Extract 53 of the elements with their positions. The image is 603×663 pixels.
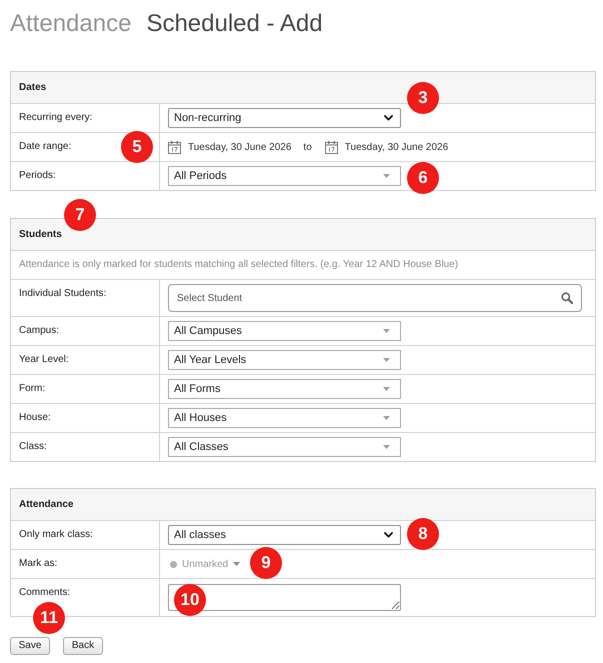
start-date-value[interactable]: Tuesday, 30 June 2026 <box>188 142 292 152</box>
dropdown-field[interactable]: All Year Levels <box>168 350 401 370</box>
dropdown-field[interactable]: All Classes <box>168 437 401 457</box>
select-field[interactable]: Non-recurring <box>168 108 401 128</box>
annotation-marker: 9 <box>250 547 282 579</box>
annotation-marker: 3 <box>407 82 439 114</box>
caret-down-icon <box>233 562 240 566</box>
calendar-icon[interactable] <box>168 140 181 154</box>
filter-note: Attendance is only marked for students matching all selected filters. (e.g. Year 12 AND House Blue) <box>19 259 458 270</box>
dropdown-field[interactable]: All Forms <box>168 379 401 399</box>
field-label: Mark as: <box>19 558 58 569</box>
section-title: Dates <box>19 82 46 93</box>
page-title: Scheduled - Add <box>146 9 323 39</box>
caret-down-icon <box>383 445 390 449</box>
range-separator: to <box>303 142 312 152</box>
annotation-marker: 5 <box>121 131 153 163</box>
field-label: Form: <box>19 383 46 394</box>
field-label: Recurring every: <box>19 112 92 123</box>
search-icon <box>561 292 573 304</box>
caret-down-icon <box>383 329 390 333</box>
save-button[interactable]: Save <box>10 636 50 654</box>
annotation-marker: 6 <box>407 162 439 194</box>
chevron-down-icon <box>384 532 393 538</box>
field-label: Comments: <box>19 587 70 598</box>
field-label: House: <box>19 412 51 423</box>
section-title: Students <box>19 229 62 240</box>
comments-field[interactable] <box>168 584 401 611</box>
calendar-icon[interactable] <box>324 140 338 154</box>
dropdown-field[interactable]: All Houses <box>168 408 401 428</box>
caret-down-icon <box>383 416 390 420</box>
caret-down-icon <box>383 358 390 362</box>
annotation-marker: 7 <box>64 199 96 231</box>
status-dot-icon <box>170 560 177 568</box>
field-label: Date range: <box>19 141 72 152</box>
caret-down-icon <box>383 174 390 178</box>
section-title: Attendance <box>19 499 74 510</box>
dropdown-field[interactable]: All Campuses <box>168 321 401 341</box>
caret-down-icon <box>383 387 390 391</box>
back-button[interactable]: Back <box>63 636 103 654</box>
chevron-down-icon <box>384 115 393 121</box>
field-label: Campus: <box>19 325 60 336</box>
annotation-marker: 8 <box>407 518 439 550</box>
annotation-marker: 11 <box>33 602 65 634</box>
dropdown-field[interactable]: All Periods <box>168 166 401 186</box>
page-section-title: Attendance <box>10 9 132 39</box>
end-date-value[interactable]: Tuesday, 30 June 2026 <box>344 142 448 152</box>
field-label: Class: <box>19 441 47 452</box>
field-label: Periods: <box>19 170 56 181</box>
search-field[interactable]: Select Student <box>168 284 582 312</box>
field-label: Only mark class: <box>19 529 93 540</box>
field-label: Year Level: <box>19 354 69 365</box>
select-field[interactable]: All classes <box>168 525 401 545</box>
field-label: Individual Students: <box>19 288 106 299</box>
